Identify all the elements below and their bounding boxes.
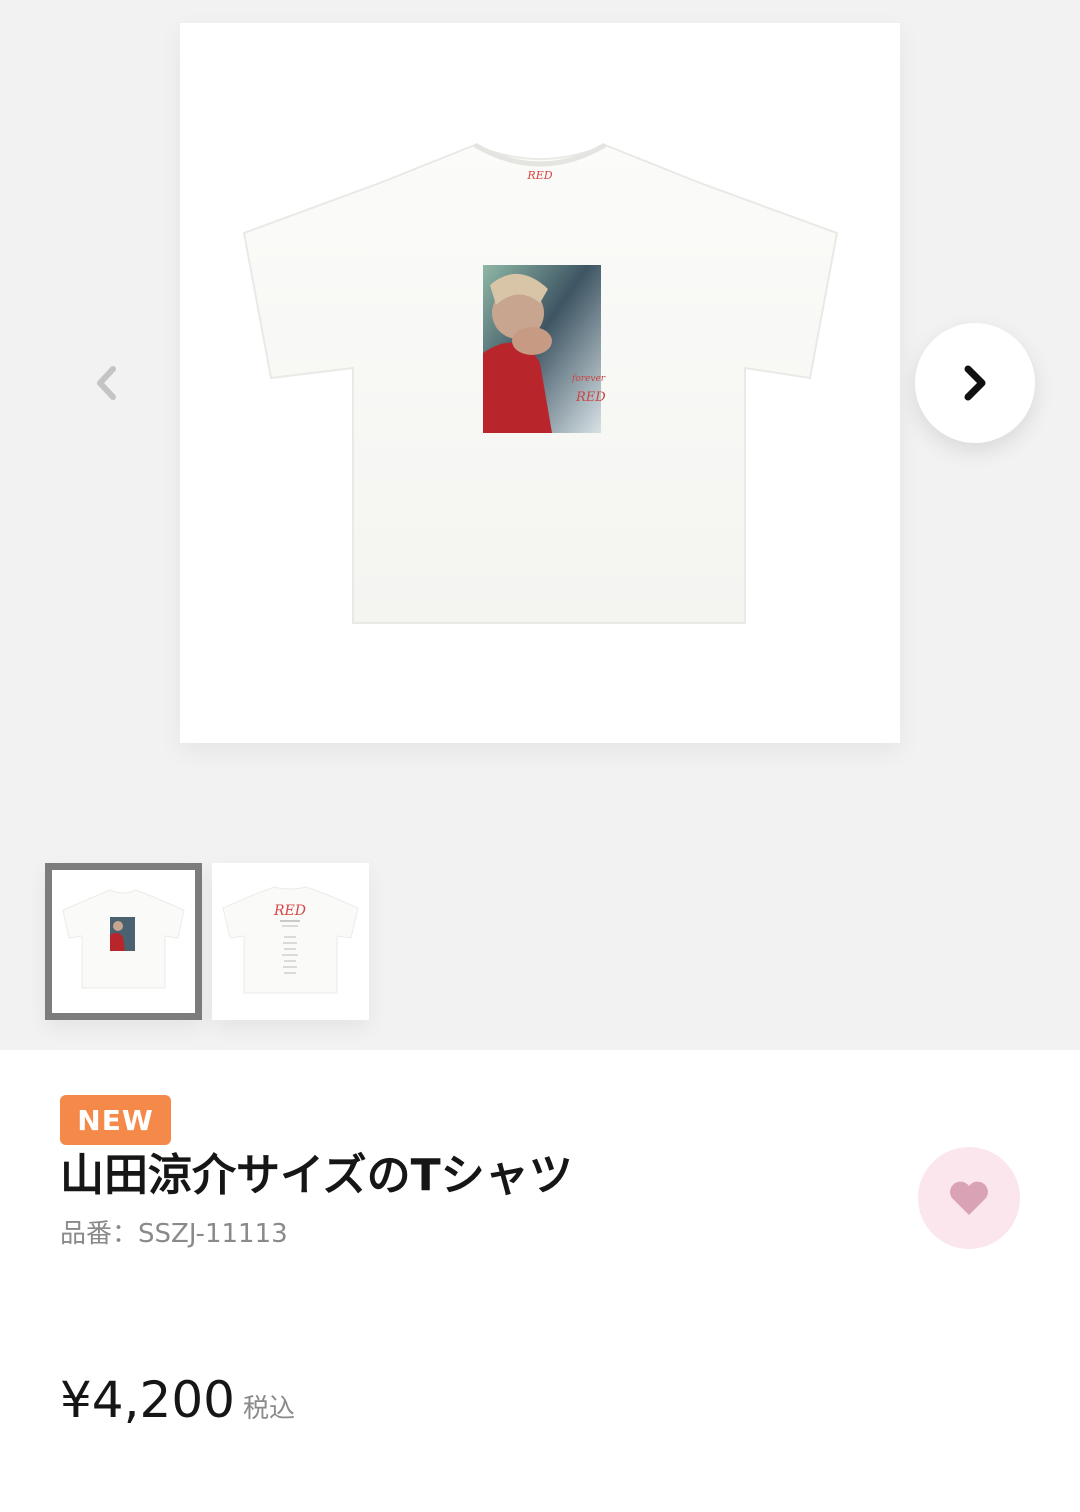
back-print-title: RED: [273, 903, 306, 919]
tax-label: 税込: [242, 1394, 295, 1424]
chevron-left-icon: [97, 366, 116, 400]
favorite-button[interactable]: [918, 1147, 1020, 1249]
thumbnail-back-image: RED: [222, 886, 359, 994]
product-gallery: RED forever RED RED: [0, 0, 1080, 1050]
product-sku: 品番：SSZJ-11113: [60, 1219, 288, 1249]
brand-tag-text: RED: [526, 169, 552, 182]
thumbnail-back[interactable]: RED: [212, 863, 369, 1020]
product-price: ¥4,200: [60, 1371, 235, 1429]
print-script-line: forever: [571, 374, 606, 384]
price-row: ¥4,200 税込: [60, 1370, 295, 1430]
thumbnail-front[interactable]: [45, 863, 202, 1020]
new-badge: NEW: [60, 1095, 171, 1145]
product-title: 山田涼介サイズのTシャツ: [60, 1150, 573, 1201]
print-script-word: RED: [575, 390, 606, 405]
tshirt-front-image: RED forever RED: [242, 142, 839, 624]
main-product-image: RED forever RED: [180, 23, 900, 743]
heart-icon: [950, 1181, 988, 1215]
next-image-button[interactable]: [915, 323, 1035, 443]
previous-image-button[interactable]: [80, 355, 132, 411]
thumbnail-front-image: [62, 889, 185, 989]
chevron-right-icon: [964, 365, 986, 401]
